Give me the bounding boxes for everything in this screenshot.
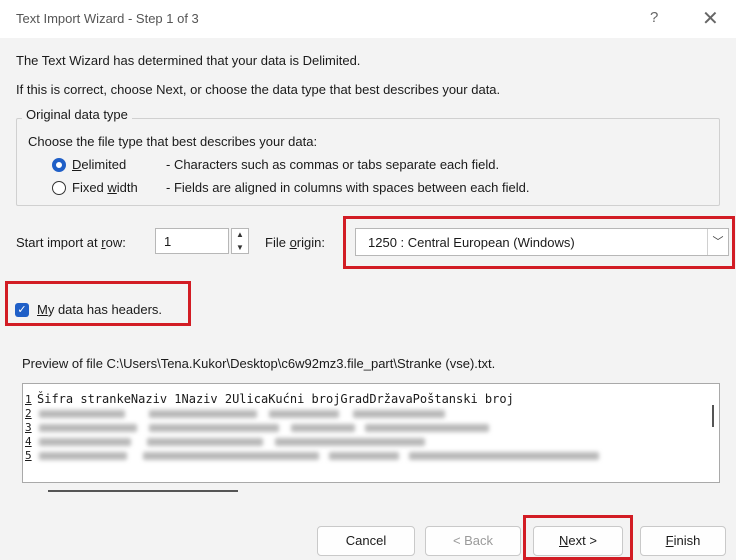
intro-line-2: If this is correct, choose Next, or choo… xyxy=(16,82,501,97)
redacted-cell xyxy=(353,410,445,418)
redacted-cell xyxy=(329,452,399,460)
redacted-cell xyxy=(149,424,279,432)
start-row-label: Start import at row: xyxy=(16,235,126,250)
delimited-radio[interactable] xyxy=(52,158,66,172)
next-highlight xyxy=(523,515,633,560)
fixed-width-label[interactable]: Fixed width xyxy=(72,180,138,195)
close-icon[interactable]: ✕ xyxy=(702,6,719,31)
headers-highlight xyxy=(5,281,191,326)
data-type-legend: Original data type xyxy=(22,107,132,122)
preview-label: Preview of file C:\Users\Tena.Kukor\Desk… xyxy=(22,356,496,371)
start-row-spinner[interactable]: ▲ ▼ xyxy=(231,228,249,254)
cancel-button[interactable]: Cancel xyxy=(317,526,415,556)
fixed-width-radio[interactable] xyxy=(52,181,66,195)
finish-button[interactable]: Finish xyxy=(640,526,726,556)
spin-down-icon[interactable]: ▼ xyxy=(232,242,248,254)
redacted-cell xyxy=(149,410,257,418)
delimited-description: - Characters such as commas or tabs sepa… xyxy=(166,157,500,172)
file-origin-label: File origin: xyxy=(265,235,325,250)
redacted-cell xyxy=(39,438,131,446)
start-row-value: 1 xyxy=(164,234,172,249)
redacted-cell xyxy=(39,452,127,460)
preview-pane[interactable]: 1 Šifra strankeNaziv 1Naziv 2UlicaKućni … xyxy=(22,383,720,483)
help-icon[interactable]: ? xyxy=(650,9,658,26)
delimited-label[interactable]: Delimited xyxy=(72,157,126,172)
redacted-cell xyxy=(365,424,489,432)
redacted-cell xyxy=(269,410,339,418)
redacted-cell xyxy=(39,410,125,418)
file-origin-highlight xyxy=(343,216,735,269)
redacted-cell xyxy=(39,424,137,432)
redacted-cell xyxy=(143,452,319,460)
redacted-cell xyxy=(291,424,355,432)
window-title: Text Import Wizard - Step 1 of 3 xyxy=(16,11,199,26)
back-button[interactable]: < Back xyxy=(425,526,521,556)
redacted-cell xyxy=(275,438,425,446)
start-row-input[interactable]: 1 xyxy=(155,228,229,254)
redacted-cell xyxy=(147,438,263,446)
preview-horizontal-scrollbar[interactable] xyxy=(48,490,238,492)
intro-line-1: The Text Wizard has determined that your… xyxy=(16,53,361,68)
fixed-width-description: - Fields are aligned in columns with spa… xyxy=(166,180,530,195)
spin-up-icon[interactable]: ▲ xyxy=(232,229,248,241)
data-type-prompt: Choose the file type that best describes… xyxy=(28,134,318,149)
redacted-cell xyxy=(409,452,599,460)
preview-vertical-scrollbar[interactable] xyxy=(712,405,714,427)
